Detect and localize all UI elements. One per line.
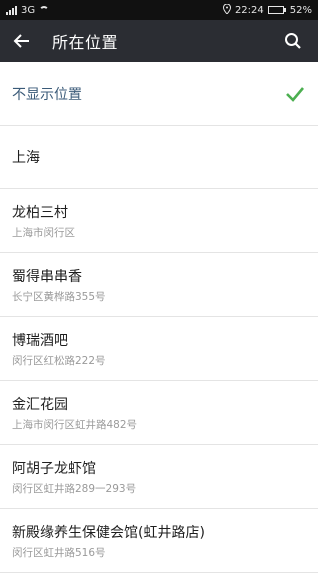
clock: 22:24 — [234, 4, 264, 16]
place-address: 上海市闵行区虹井路482号 — [12, 418, 138, 431]
battery-icon — [267, 6, 286, 14]
status-left: 3G — [6, 4, 50, 16]
checkmark-icon — [284, 83, 306, 105]
list-item[interactable]: 蜀得串串香长宁区黄桦路355号 — [0, 253, 318, 317]
search-icon — [285, 33, 301, 49]
place-name: 龙柏三村 — [12, 204, 68, 221]
page-title: 所在位置 — [52, 33, 119, 52]
back-button[interactable] — [0, 20, 44, 62]
place-name: 金汇花园 — [12, 396, 68, 413]
location-list: 不显示位置 上海 龙柏三村上海市闵行区 蜀得串串香长宁区黄桦路355号 博瑞酒吧… — [0, 62, 318, 573]
network-type: 3G — [21, 4, 36, 16]
search-button[interactable] — [276, 20, 310, 62]
list-item[interactable]: 博瑞酒吧闵行区红松路222号 — [0, 317, 318, 381]
status-right: 22:24 52% — [222, 2, 312, 17]
list-item[interactable]: 金汇花园上海市闵行区虹井路482号 — [0, 381, 318, 445]
city-name: 上海 — [12, 150, 40, 166]
list-item[interactable]: 新殿缘养生保健会馆(虹井路店) 闵行区虹井路516号 — [0, 509, 318, 573]
place-address: 闵行区虹井路516号 — [12, 546, 106, 559]
place-name: 阿胡子龙虾馆 — [12, 460, 96, 477]
place-name: 博瑞酒吧 — [12, 332, 68, 349]
battery-percent: 52% — [289, 4, 312, 16]
app-bar: 所在位置 — [0, 20, 318, 62]
wifi-icon — [39, 6, 50, 14]
list-item[interactable]: 龙柏三村上海市闵行区 — [0, 189, 318, 253]
city-option[interactable]: 上海 — [0, 126, 318, 189]
place-name: 蜀得串串香 — [12, 268, 82, 285]
arrow-left-icon — [13, 34, 29, 48]
signal-icon — [6, 5, 17, 15]
hide-location-option[interactable]: 不显示位置 — [0, 62, 318, 126]
place-address: 长宁区黄桦路355号 — [12, 290, 106, 303]
place-address: 闵行区红松路222号 — [12, 354, 106, 367]
location-status-icon — [222, 2, 231, 17]
place-name: 新殿缘养生保健会馆(虹井路店) — [12, 524, 205, 541]
status-bar: 3G 22:24 52% — [0, 0, 318, 20]
hide-location-label: 不显示位置 — [12, 86, 82, 103]
place-address: 上海市闵行区 — [12, 226, 75, 239]
poi-list: 龙柏三村上海市闵行区 蜀得串串香长宁区黄桦路355号 博瑞酒吧闵行区红松路222… — [0, 189, 318, 573]
place-address: 闵行区虹井路289一293号 — [12, 482, 137, 495]
list-item[interactable]: 阿胡子龙虾馆闵行区虹井路289一293号 — [0, 445, 318, 509]
